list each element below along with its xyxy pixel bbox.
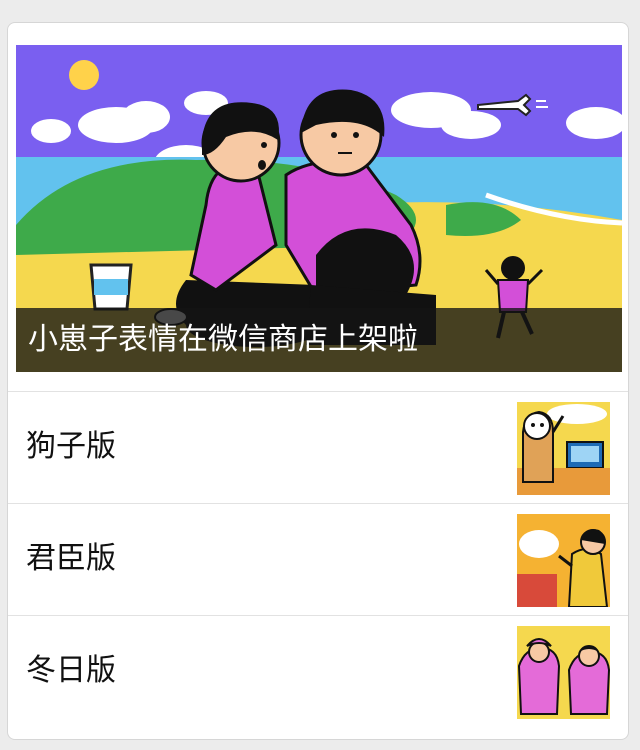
list-item-dog[interactable]: 狗子版 bbox=[8, 391, 628, 503]
list-item-label: 冬日版 bbox=[26, 653, 116, 688]
list-item-winter[interactable]: 冬日版 bbox=[8, 615, 628, 727]
message-card: 小崽子表情在微信商店上架啦 狗子版 君臣版 冬日版 bbox=[7, 22, 629, 740]
list-item-label: 狗子版 bbox=[26, 429, 116, 464]
dog-office-thumbnail bbox=[517, 402, 610, 495]
cover-title: 小崽子表情在微信商店上架啦 bbox=[16, 308, 622, 372]
court-scene-thumbnail bbox=[517, 514, 610, 607]
list-item-label: 君臣版 bbox=[26, 541, 116, 576]
cover-article[interactable]: 小崽子表情在微信商店上架啦 bbox=[16, 45, 622, 372]
list-item-court[interactable]: 君臣版 bbox=[8, 503, 628, 615]
winter-jackets-thumbnail bbox=[517, 626, 610, 719]
